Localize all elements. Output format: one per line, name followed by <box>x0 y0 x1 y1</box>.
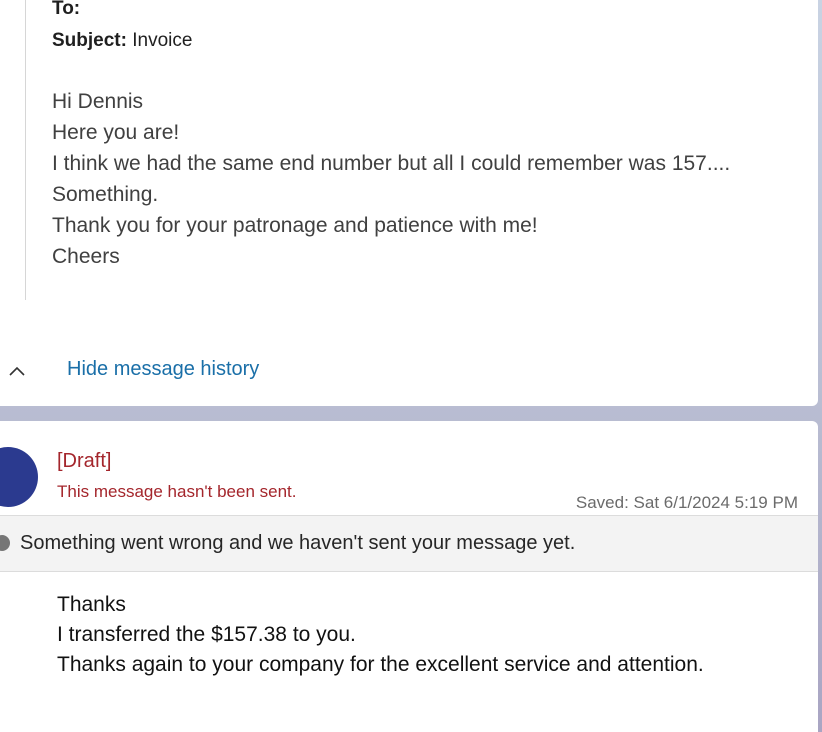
hide-message-history-label: Hide message history <box>67 358 260 380</box>
error-status-icon <box>0 535 10 551</box>
subject-header: Subject: Invoice <box>52 30 192 52</box>
quoted-line: I think we had the same end number but a… <box>52 152 731 175</box>
subject-value: Invoice <box>132 30 193 51</box>
draft-status-note: This message hasn't been sent. <box>57 482 297 501</box>
to-header: To: <box>52 0 80 20</box>
quoted-line: Thank you for your patronage and patienc… <box>52 214 538 237</box>
subject-label: Subject: <box>52 30 127 51</box>
quoted-line: Here you are! <box>52 121 180 144</box>
error-message: Something went wrong and we haven't sent… <box>20 532 576 554</box>
quote-divider <box>25 0 26 300</box>
draft-message-card: [Draft] This message hasn't been sent. S… <box>0 421 818 732</box>
error-banner: Something went wrong and we haven't sent… <box>0 515 818 572</box>
quoted-line: Cheers <box>52 245 120 268</box>
draft-tag: [Draft] <box>57 450 112 472</box>
quoted-line: Hi Dennis <box>52 90 144 113</box>
quoted-line: Something. <box>52 183 159 206</box>
draft-body-line[interactable]: I transferred the $157.38 to you. <box>57 623 356 647</box>
to-label: To: <box>52 0 81 19</box>
message-history-card: To: Subject: Invoice Hi Dennis Here you … <box>0 0 818 406</box>
draft-body-line[interactable]: Thanks <box>57 593 126 617</box>
hide-message-history-button[interactable]: Hide message history <box>0 354 300 388</box>
saved-timestamp: Saved: Sat 6/1/2024 5:19 PM <box>575 493 798 512</box>
chevron-up-icon <box>9 366 25 376</box>
draft-body-line[interactable]: Thanks again to your company for the exc… <box>57 653 704 677</box>
avatar <box>0 447 38 507</box>
